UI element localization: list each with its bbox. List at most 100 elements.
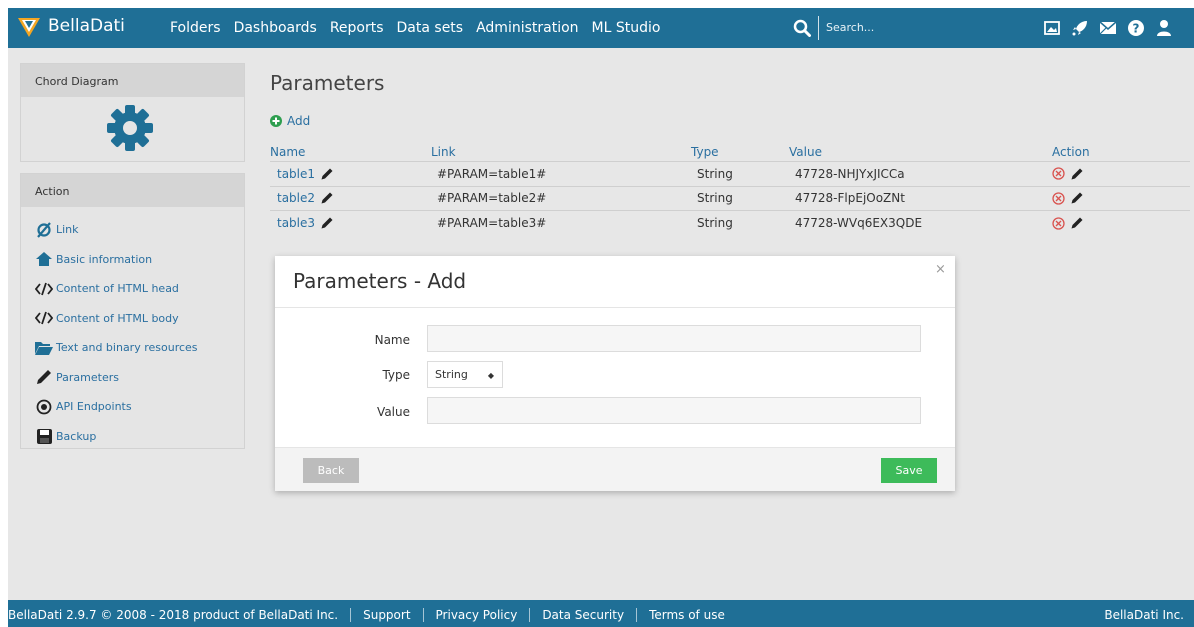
action-cell (1052, 192, 1172, 205)
edit-icon[interactable] (1071, 192, 1083, 204)
page-title: Parameters (270, 71, 385, 95)
value-cell: 47728-FlpEjOoZNt (795, 191, 905, 206)
name-cell: table3 (270, 216, 431, 230)
footer-link-support[interactable]: Support (350, 608, 422, 622)
sidebar-item-link[interactable]: Link (21, 215, 244, 245)
back-button[interactable]: Back (303, 458, 359, 483)
add-label: Add (287, 114, 311, 128)
chord-diagram-panel: Chord Diagram (20, 63, 245, 162)
table-header: Name Link Type Value Action (270, 142, 1190, 162)
dialog-title: Parameters - Add (293, 269, 467, 293)
sidebar-item-label: Basic information (56, 252, 153, 266)
link-cell: #PARAM=table3# (437, 216, 547, 231)
value-cell: 47728-NHJYxJICCa (795, 166, 905, 181)
link-cell: #PARAM=table1# (437, 166, 547, 181)
sidebar-item-label: Link (56, 223, 79, 237)
parameters-table: Name Link Type Value Action table1 #PARA… (270, 142, 1190, 236)
footer-copyright: BellaDati 2.9.7 © 2008 - 2018 product of… (8, 608, 339, 622)
sidebar-item-api-endpoints[interactable]: API Endpoints (21, 392, 244, 422)
logo-text: BellaDati (48, 16, 125, 36)
delete-icon[interactable] (1052, 192, 1065, 205)
type-cell: String (697, 216, 733, 231)
action-cell (1052, 167, 1172, 180)
sidebar-item-resources[interactable]: Text and binary resources (21, 333, 244, 363)
table-row: table1 #PARAM=table1# String 47728-NHJYx… (270, 162, 1190, 187)
code-icon (35, 310, 53, 326)
edit-icon[interactable] (321, 217, 333, 229)
gear-icon[interactable] (106, 104, 154, 152)
delete-icon[interactable] (1052, 217, 1065, 230)
main-nav: Folders Dashboards Reports Data sets Adm… (170, 20, 673, 36)
user-icon[interactable] (1154, 18, 1174, 38)
save-icon (35, 428, 53, 444)
col-action-header: Action (1052, 144, 1090, 159)
search-icon[interactable] (793, 19, 811, 37)
footer-link-privacy[interactable]: Privacy Policy (422, 608, 530, 622)
action-cell (1052, 217, 1172, 230)
sidebar-item-html-head[interactable]: Content of HTML head (21, 274, 244, 304)
nav-administration[interactable]: Administration (476, 20, 578, 36)
parameter-name-link[interactable]: table2 (277, 191, 315, 205)
sidebar-item-backup[interactable]: Backup (21, 422, 244, 452)
edit-icon[interactable] (1071, 168, 1083, 180)
type-cell: String (697, 166, 733, 181)
nav-data-sets[interactable]: Data sets (397, 20, 464, 36)
action-panel: Action Link Basic information Content of… (20, 173, 245, 449)
parameter-name-link[interactable]: table3 (277, 216, 315, 230)
add-parameter-button[interactable]: Add (270, 114, 310, 128)
action-list: Link Basic information Content of HTML h… (21, 207, 244, 451)
logo[interactable]: BellaDati (16, 13, 125, 39)
code-icon (35, 281, 53, 297)
type-selected-value: String (435, 368, 468, 381)
rocket-icon[interactable] (1070, 18, 1090, 38)
edit-icon[interactable] (321, 192, 333, 204)
col-link-header: Link (431, 144, 456, 159)
link-cell: #PARAM=table2# (437, 191, 547, 206)
nav-folders[interactable]: Folders (170, 20, 221, 36)
edit-icon[interactable] (1071, 217, 1083, 229)
sidebar-item-label: Backup (56, 429, 97, 443)
sidebar-item-label: API Endpoints (56, 400, 132, 414)
select-caret-icon: ◆ (487, 371, 494, 380)
footer-link-terms[interactable]: Terms of use (636, 608, 737, 622)
close-icon[interactable]: × (935, 262, 946, 277)
link-icon (35, 222, 53, 238)
parameter-name-link[interactable]: table1 (277, 167, 315, 181)
target-icon (35, 399, 53, 415)
edit-icon[interactable] (321, 168, 333, 180)
name-cell: table1 (270, 167, 431, 181)
parameters-add-dialog: Parameters - Add × Name Type String ◆ Va… (275, 256, 955, 491)
name-field[interactable] (427, 325, 921, 352)
add-circle-icon (270, 115, 282, 127)
sidebar-item-label: Content of HTML head (56, 282, 179, 296)
sidebar-item-label: Parameters (56, 370, 119, 384)
nav-dashboards[interactable]: Dashboards (234, 20, 317, 36)
action-title: Action (21, 174, 244, 207)
mail-icon[interactable] (1098, 18, 1118, 38)
folder-icon (35, 340, 53, 356)
dialog-divider (275, 307, 955, 308)
footer-link-data-security[interactable]: Data Security (529, 608, 636, 622)
value-field[interactable] (427, 397, 921, 424)
type-label: Type (382, 368, 410, 382)
nav-reports[interactable]: Reports (330, 20, 384, 36)
dialog-footer: Back Save (275, 447, 955, 491)
sidebar-item-html-body[interactable]: Content of HTML body (21, 304, 244, 334)
page-footer: BellaDati 2.9.7 © 2008 - 2018 product of… (8, 600, 1194, 627)
delete-icon[interactable] (1052, 167, 1065, 180)
type-select[interactable]: String ◆ (427, 361, 503, 388)
table-row: table2 #PARAM=table2# String 47728-FlpEj… (270, 187, 1190, 211)
sidebar-item-parameters[interactable]: Parameters (21, 363, 244, 393)
type-cell: String (697, 191, 733, 206)
footer-links: BellaDati 2.9.7 © 2008 - 2018 product of… (8, 608, 737, 622)
table-row: table3 #PARAM=table3# String 47728-WVq6E… (270, 211, 1190, 236)
value-label: Value (377, 405, 410, 419)
top-right-icons: ? (1042, 18, 1182, 38)
nav-ml-studio[interactable]: ML Studio (592, 20, 661, 36)
col-type-header: Type (691, 144, 719, 159)
search-input[interactable]: Search... (826, 21, 874, 34)
save-button[interactable]: Save (881, 458, 937, 483)
image-icon[interactable] (1042, 18, 1062, 38)
sidebar-item-basic-information[interactable]: Basic information (21, 245, 244, 275)
help-icon[interactable]: ? (1126, 18, 1146, 38)
